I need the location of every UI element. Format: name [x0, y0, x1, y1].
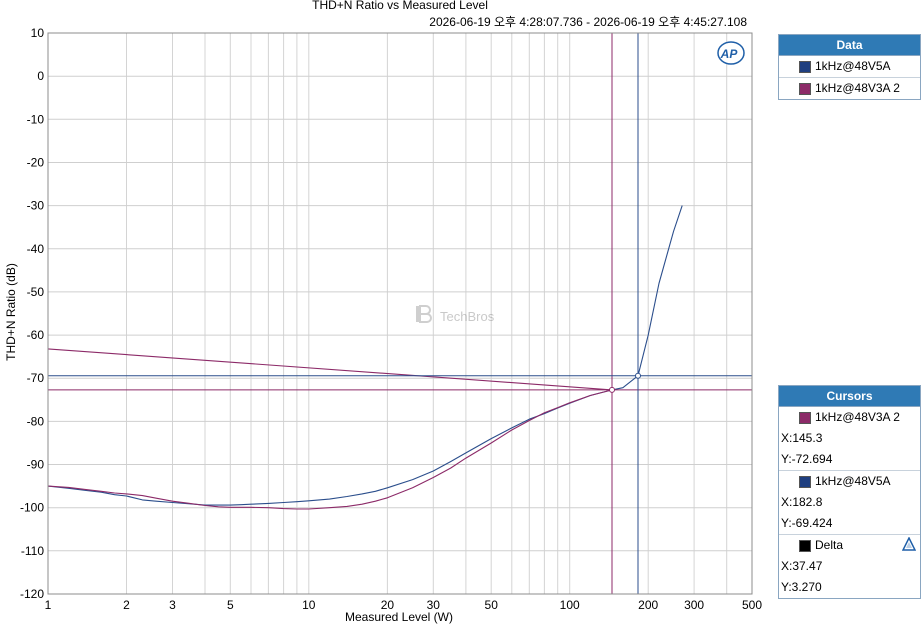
cursor-swatch [799, 412, 811, 424]
y-tick-label: -100 [20, 501, 44, 515]
data-panel: Data 1kHz@48V5A 1kHz@48V3A 2 [778, 34, 921, 100]
ap-logo-text: AP [720, 47, 739, 61]
x-tick-label: 10 [302, 598, 316, 612]
y-tick-label: -40 [27, 242, 45, 256]
delta-triangle-icon[interactable] [902, 537, 916, 551]
x-tick-label: 100 [560, 598, 580, 612]
data-panel-title: Data [779, 35, 920, 56]
y-tick-label: -80 [27, 414, 45, 428]
y-tick-label: 0 [37, 69, 44, 83]
y-tick-label: -70 [27, 371, 45, 385]
ap-logo-icon: AP [717, 41, 745, 65]
legend-swatch [799, 83, 811, 95]
watermark-text: TechBros [440, 309, 495, 324]
y-tick-label: -60 [27, 328, 45, 342]
cursor-marker [635, 372, 641, 379]
y-tick-label: -20 [27, 156, 45, 170]
cursor-y-value: Y:-69.424 [781, 516, 833, 530]
y-axis-title: THD+N Ratio (dB) [4, 263, 18, 361]
delta-label: Delta [815, 538, 844, 552]
y-tick-label: -110 [21, 544, 44, 558]
cursor-swatch [799, 476, 811, 488]
chart-title: THD+N Ratio vs Measured Level [312, 0, 488, 12]
x-tick-label: 2 [123, 598, 130, 612]
x-tick-label: 3 [169, 598, 176, 612]
chart-subtitle: 2026-06-19 오후 4:28:07.736 - 2026-06-19 오… [429, 15, 747, 29]
legend-label: 1kHz@48V5A [815, 59, 891, 73]
x-tick-label: 5 [227, 598, 234, 612]
legend-item-1khz-48v5a[interactable]: 1kHz@48V5A [779, 56, 920, 78]
x-tick-label: 200 [638, 598, 658, 612]
delta-swatch [799, 540, 811, 552]
y-tick-label: -10 [27, 112, 45, 126]
plot-area: 1 2 3 5 10 20 30 50 100 200 300 500100-10-20-30-40-… [20, 26, 762, 612]
plot-background [48, 33, 752, 594]
cursor-delta-entry[interactable]: Delta X:37.47 Y:3.270 [779, 535, 920, 598]
x-tick-label: 1 [45, 598, 52, 612]
x-tick-label: 500 [742, 598, 762, 612]
x-tick-label: 50 [485, 598, 499, 612]
cursor-series-label: 1kHz@48V5A [815, 474, 891, 488]
cursor-entry[interactable]: 1kHz@48V5A X:182.8 Y:-69.424 [779, 471, 920, 535]
cursor-x-value: X:182.8 [781, 495, 823, 509]
y-tick-label: -30 [27, 199, 45, 213]
x-axis-title: Measured Level (W) [345, 610, 453, 624]
y-tick-label: -90 [27, 458, 45, 472]
legend-item-1khz-48v3a-2[interactable]: 1kHz@48V3A 2 [779, 78, 920, 99]
delta-x-value: X:37.47 [781, 559, 823, 573]
cursor-marker [609, 386, 615, 393]
x-tick-label: 300 [684, 598, 704, 612]
cursor-x-value: X:145.3 [781, 431, 823, 445]
legend-label: 1kHz@48V3A 2 [815, 81, 900, 95]
delta-y-value: Y:3.270 [781, 580, 822, 594]
legend-swatch [799, 61, 811, 73]
cursor-entry[interactable]: 1kHz@48V3A 2 X:145.3 Y:-72.694 [779, 407, 920, 471]
cursors-panel-title: Cursors [779, 386, 920, 407]
cursors-panel: Cursors 1kHz@48V3A 2 X:145.3 Y:-72.694 1… [778, 385, 921, 599]
y-tick-label: -120 [20, 587, 44, 601]
y-tick-label: 10 [31, 26, 45, 40]
y-tick-label: -50 [27, 285, 45, 299]
cursor-series-label: 1kHz@48V3A 2 [815, 410, 900, 424]
cursor-y-value: Y:-72.694 [781, 452, 833, 466]
